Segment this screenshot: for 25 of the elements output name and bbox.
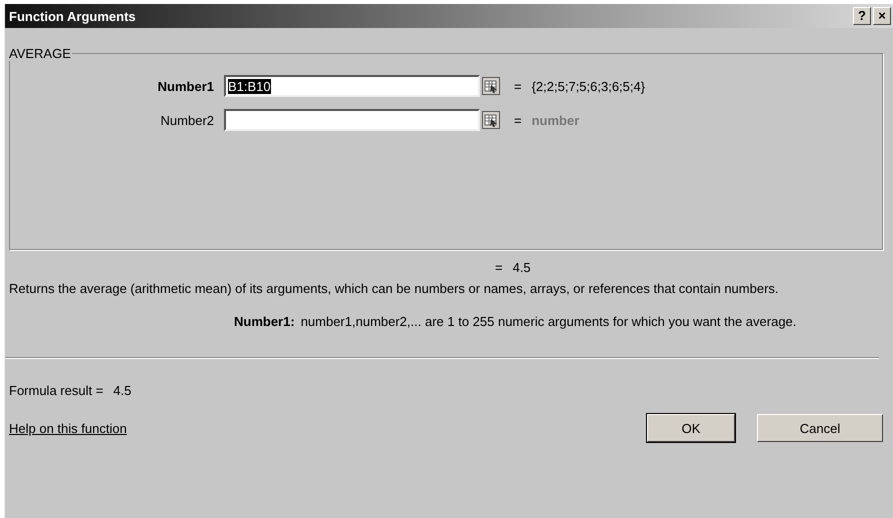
equals-sign: =: [514, 112, 522, 128]
argument-result: {2;2;5;7;5;6;3;6;5;4}: [532, 78, 646, 94]
function-name: AVERAGE: [8, 46, 72, 61]
window-title: Function Arguments: [9, 8, 136, 24]
collapse-dialog-icon[interactable]: [482, 111, 500, 129]
argument-label: Number2: [160, 112, 215, 128]
argument-field[interactable]: B1:B10: [224, 75, 480, 97]
argument-label: Number1: [156, 78, 215, 94]
function-result: 4.5: [512, 260, 531, 275]
argument-help-text: number1,number2,... are 1 to 255 numeric arguments for which you want the average.: [300, 313, 796, 331]
dialog-button[interactable]: Cancel: [757, 414, 883, 442]
collapse-dialog-icon[interactable]: [482, 77, 500, 95]
field-value: B1:B10: [228, 78, 271, 94]
equals-sign: =: [495, 260, 503, 275]
close-button[interactable]: ×: [873, 7, 891, 25]
formula-result-label: Formula result =: [9, 383, 104, 398]
formula-result-value: 4.5: [113, 383, 132, 398]
function-description: Returns the average (arithmetic mean) of its arguments, which can be numbers or names, arrays, or references that contain numbers.: [9, 280, 780, 298]
argument-result: number: [532, 112, 580, 128]
help-link[interactable]: Help on this function: [9, 420, 127, 436]
argument-field[interactable]: [224, 109, 480, 131]
help-button[interactable]: ?: [853, 7, 871, 25]
argument-help-label: Number1:: [234, 313, 295, 331]
dialog-button[interactable]: OK: [647, 414, 735, 442]
equals-sign: =: [514, 78, 522, 94]
